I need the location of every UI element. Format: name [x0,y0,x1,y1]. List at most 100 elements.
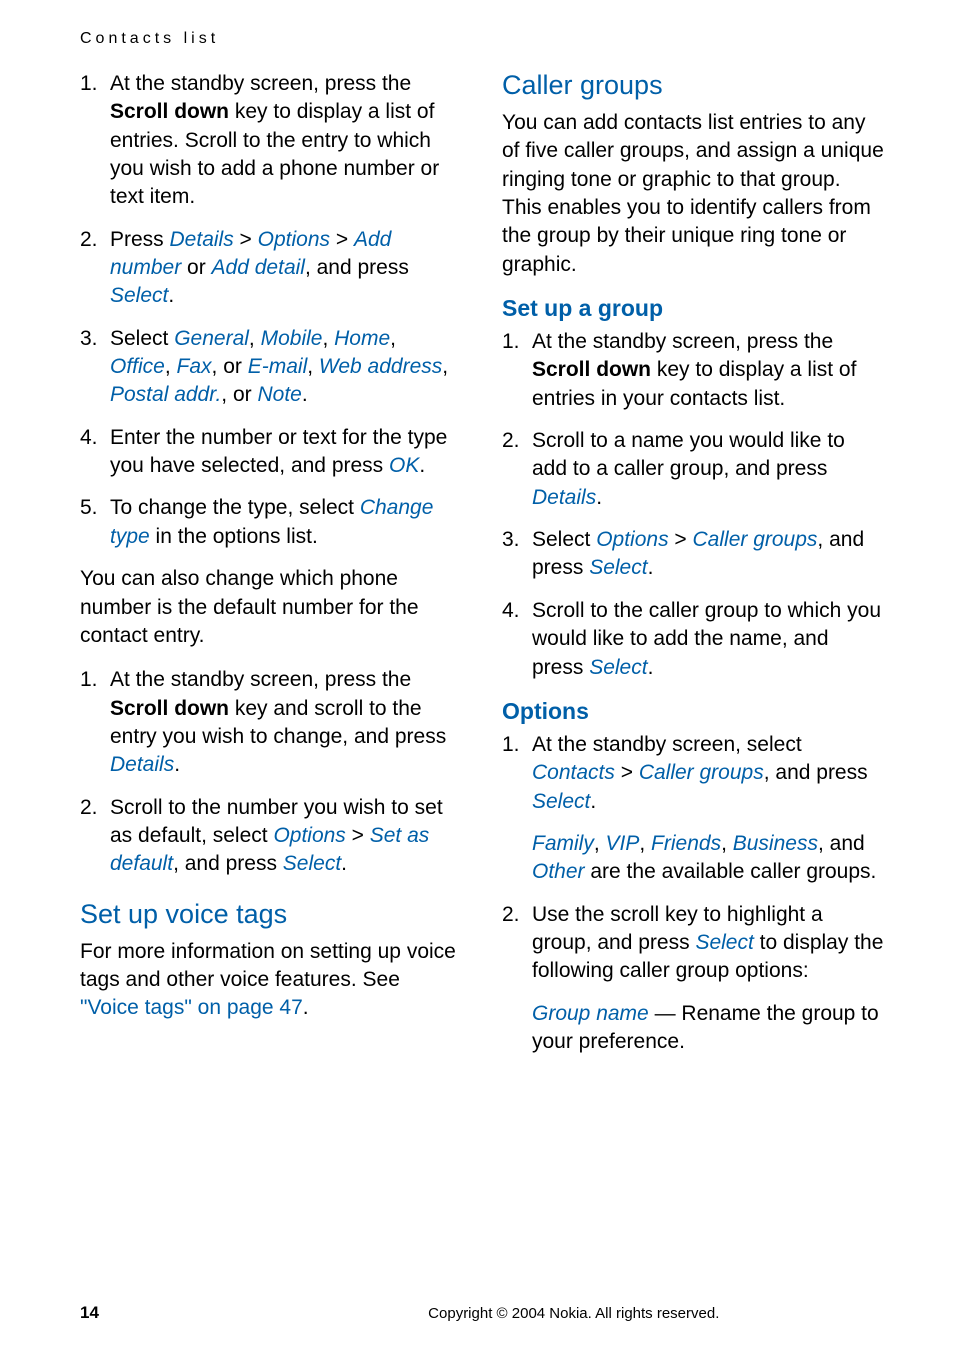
text-run: , [639,832,651,855]
text-run: in the options list. [150,525,318,548]
list-item: 1.At the standby screen, press the Scrol… [80,70,462,212]
list-number: 1. [502,328,532,413]
list-body: Press Details > Options > Add number or … [110,226,462,311]
list-number: 4. [80,424,110,481]
list-item: 2.Scroll to a name you would like to add… [502,427,884,512]
text-run: Scroll to the caller group to which you … [532,599,881,679]
list-item: 2.Scroll to the number you wish to set a… [80,794,462,879]
list-body: At the standby screen, press the Scroll … [532,328,884,413]
list-item: 2.Press Details > Options > Add number o… [80,226,462,311]
text-run: . [648,556,654,579]
text-run: At the standby screen, select [532,733,802,756]
right-column: Caller groups You can add contacts list … [502,70,884,1070]
list-body: Use the scroll key to highlight a group,… [532,901,884,986]
list-body: Scroll to the caller group to which you … [532,597,884,682]
text-run: > [234,228,258,251]
cross-reference-link[interactable]: "Voice tags" on page 47 [80,996,303,1019]
text-run: . [341,852,347,875]
list-item: 4.Enter the number or text for the type … [80,424,462,481]
ui-term: Caller groups [693,528,818,551]
list-number: 4. [502,597,532,682]
ui-term: Options [258,228,330,251]
text-run: , [249,327,261,350]
text-run: , [322,327,334,350]
text-run: , or [212,355,248,378]
left-column: 1.At the standby screen, press the Scrol… [80,70,462,1070]
ui-term: Select [110,284,168,307]
ui-term: Group name [532,1002,649,1025]
text-run: At the standby screen, press the [110,668,411,691]
ui-term: Family [532,832,594,855]
key-name: Scroll down [532,358,651,381]
key-name: Scroll down [110,697,229,720]
key-name: Scroll down [110,100,229,123]
ui-term: Postal addr. [110,383,221,406]
text-run: or [181,256,211,279]
list-number: 3. [80,325,110,410]
list-item: 1.At the standby screen, press the Scrol… [502,328,884,413]
text-run: > [330,228,354,251]
ui-term: Mobile [261,327,323,350]
list-body: Scroll to the number you wish to set as … [110,794,462,879]
list-body: At the standby screen, press the Scroll … [110,666,462,779]
ui-term: Contacts [532,761,615,784]
list-item: 4.Scroll to the caller group to which yo… [502,597,884,682]
text-run: > [346,824,370,847]
ui-term: Add detail [212,256,305,279]
ui-term: Caller groups [639,761,764,784]
options-heading: Options [502,698,884,725]
text-run: Press [110,228,170,251]
ui-term: Other [532,860,585,883]
ui-term: Business [733,832,818,855]
text-run: are the available caller groups. [585,860,877,883]
text-run: Scroll to a name you would like to add t… [532,429,845,480]
text-run: At the standby screen, press the [110,72,411,95]
list-body: Scroll to a name you would like to add t… [532,427,884,512]
list-sub-paragraph: Family, VIP, Friends, Business, and Othe… [532,830,884,887]
list-body: Enter the number or text for the type yo… [110,424,462,481]
voice-tags-heading: Set up voice tags [80,899,462,930]
text-run: . [302,383,308,406]
list-number: 2. [80,226,110,311]
text-run: . [596,486,602,509]
copyright: Copyright © 2004 Nokia. All rights reser… [428,1305,719,1322]
text-run: . [168,284,174,307]
list-body: Select Options > Caller groups, and pres… [532,526,884,583]
list-number: 2. [502,427,532,512]
setup-group-steps: 1.At the standby screen, press the Scrol… [502,328,884,682]
ui-term: Note [257,383,301,406]
text-run: Select [110,327,174,350]
page-footer: 14 Copyright © 2004 Nokia. All rights re… [80,1303,884,1323]
list-number: 1. [502,731,532,816]
text-run: . [303,996,309,1019]
text-run: > [669,528,693,551]
ui-term: Select [695,931,753,954]
text-run: . [419,454,425,477]
page-number: 14 [80,1303,99,1323]
ui-term: Office [110,355,165,378]
ui-term: OK [389,454,419,477]
text-run: At the standby screen, press the [532,330,833,353]
list-body: At the standby screen, press the Scroll … [110,70,462,212]
list-number: 1. [80,70,110,212]
text-run: , [165,355,177,378]
list-item: 1.At the standby screen, select Contacts… [502,731,884,816]
ui-term: Friends [651,832,721,855]
text-run: , and press [305,256,409,279]
list-number: 2. [80,794,110,879]
list-number: 3. [502,526,532,583]
ui-term: Details [110,753,174,776]
text-run: . [590,790,596,813]
text-run: , or [221,383,257,406]
options-steps: 1.At the standby screen, select Contacts… [502,731,884,1056]
ui-term: Select [589,556,647,579]
mid-paragraph: You can also change which phone number i… [80,565,462,650]
text-run: , [442,355,448,378]
ui-term: Fax [177,355,212,378]
text-run: > [615,761,639,784]
ui-term: Select [589,656,647,679]
text-run: , and press [173,852,283,875]
text-run: , and press [764,761,868,784]
ui-term: Web address [319,355,442,378]
caller-groups-heading: Caller groups [502,70,884,101]
